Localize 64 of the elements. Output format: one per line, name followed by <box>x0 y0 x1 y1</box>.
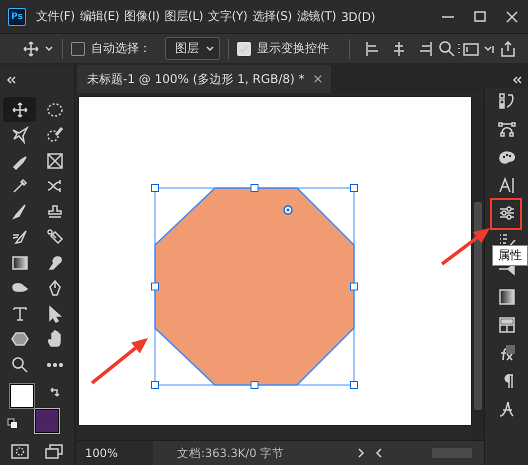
gradient-icon <box>10 254 28 272</box>
stamp-icon <box>46 202 64 220</box>
highlight-frame <box>490 198 522 230</box>
frame-icon <box>46 152 64 170</box>
quick-mask-icon[interactable] <box>10 442 30 460</box>
checkbox[interactable] <box>71 42 85 56</box>
app-logo: Ps <box>8 8 26 26</box>
collapse-icon[interactable] <box>6 75 16 85</box>
tool-button[interactable] <box>3 97 36 122</box>
zoom-level[interactable]: 100% <box>77 441 153 465</box>
arrow <box>440 228 490 266</box>
search-icon[interactable] <box>438 40 456 58</box>
menu-item[interactable]: 选择(S) <box>252 8 292 25</box>
menu-item[interactable]: 文件(F) <box>36 8 75 25</box>
tab-close-button[interactable]: × <box>312 72 324 86</box>
move-icon <box>10 100 28 118</box>
type-icon <box>10 304 28 322</box>
swap-icon[interactable] <box>49 386 61 398</box>
ellipse-marquee-icon <box>46 100 64 118</box>
chevron-right-icon[interactable] <box>356 447 366 459</box>
hexagon-icon <box>10 330 28 348</box>
chevron-left-icon[interactable] <box>374 447 384 459</box>
menu-item[interactable]: 图像(I) <box>124 8 160 25</box>
quick-select-icon <box>46 126 64 144</box>
move-icon[interactable] <box>22 40 40 58</box>
caret-icon[interactable] <box>483 44 495 54</box>
eyedropper-icon <box>10 177 28 195</box>
menu-item[interactable]: 3D(D) <box>341 10 376 24</box>
screen-mode-icon[interactable] <box>44 442 64 460</box>
zoom-icon <box>10 356 28 374</box>
menu-item[interactable]: 滤镜(T) <box>296 8 336 25</box>
menu-item[interactable]: 编辑(E) <box>80 8 120 25</box>
caret-icon[interactable] <box>44 44 54 54</box>
checkbox-label: 自动选择： <box>91 40 151 57</box>
foreground-swatch[interactable] <box>10 384 34 408</box>
arrow <box>90 338 148 384</box>
collapse-icon[interactable] <box>512 75 522 85</box>
target-dropdown[interactable]: 图层 <box>165 37 220 60</box>
brush-icon <box>10 202 28 220</box>
sliders-icon[interactable] <box>498 204 516 222</box>
history-brush-icon <box>10 228 28 246</box>
smudge-icon <box>46 254 64 272</box>
menu-item[interactable]: 文字(Y) <box>208 8 248 25</box>
paths-icon[interactable] <box>498 120 516 138</box>
menu-item[interactable]: 图层(L) <box>164 8 204 25</box>
character-icon[interactable] <box>498 176 516 194</box>
checkbox-label: 显示变换控件 <box>257 40 329 57</box>
lasso-icon <box>10 126 28 144</box>
more-icon <box>46 362 64 368</box>
script-letter-icon[interactable] <box>498 400 516 418</box>
document-tab[interactable]: 未标题-1 @ 100% (多边形 1, RGB/8) * × <box>77 65 332 93</box>
background-swatch[interactable] <box>35 408 59 432</box>
layout-icon[interactable] <box>498 316 516 334</box>
document-info: 文档:363.3K/0 字节 <box>177 446 284 460</box>
hand-icon <box>46 330 64 348</box>
eraser-icon <box>46 228 64 246</box>
share-icon[interactable] <box>499 40 517 58</box>
document-title: 未标题-1 @ 100% (多边形 1, RGB/8) * <box>87 70 305 88</box>
tooltip: 属性 <box>492 245 528 266</box>
healing-icon <box>46 177 64 195</box>
default-colors-icon[interactable] <box>7 418 18 428</box>
caret-icon <box>205 44 215 54</box>
gradient-icon[interactable] <box>498 288 516 306</box>
reference-point-icon[interactable] <box>283 205 293 215</box>
